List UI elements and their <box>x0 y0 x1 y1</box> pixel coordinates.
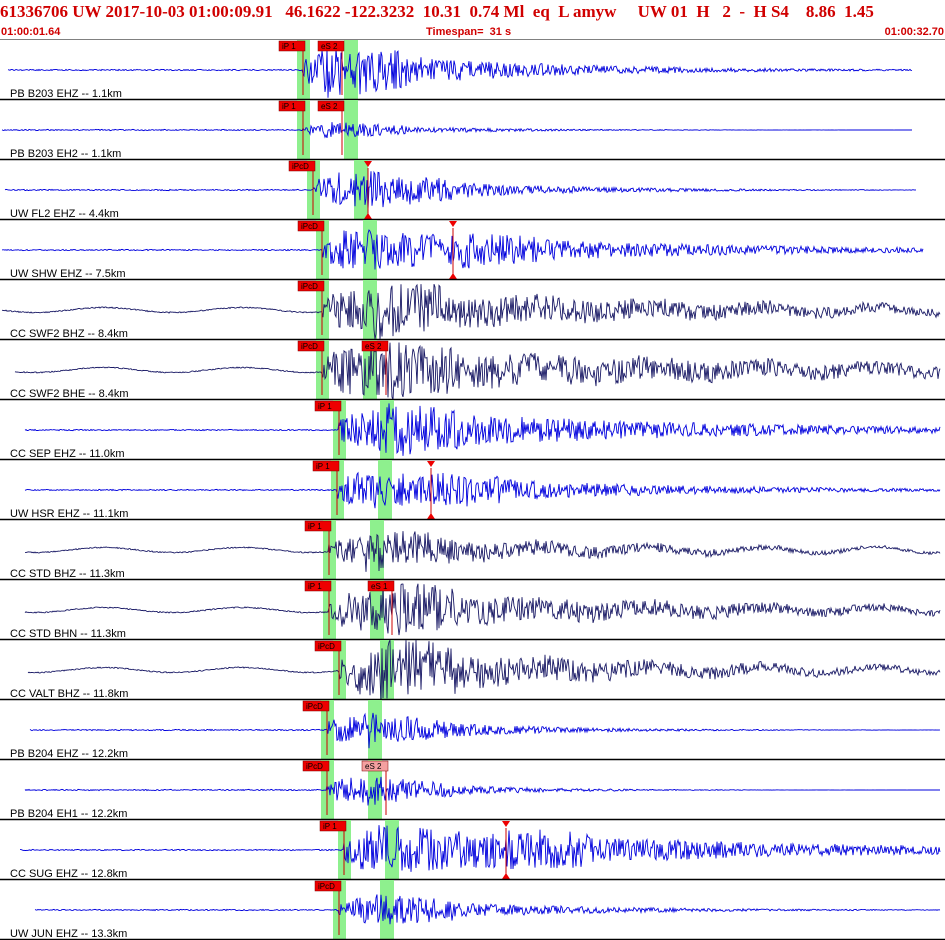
station-label: CC SUG EHZ -- 12.8km <box>10 868 127 880</box>
waveform-trace <box>24 403 941 456</box>
trace-panel[interactable]: iPcD PB B204 EHZ -- 12.2km <box>0 700 945 761</box>
station-label: CC STD BHZ -- 11.3km <box>10 568 125 580</box>
trace-panel[interactable]: iPcD UW SHW EHZ -- 7.5km <box>0 220 945 281</box>
waveform-trace <box>25 531 941 572</box>
station-label: UW HSR EHZ -- 11.1km <box>10 508 128 520</box>
station-label: UW SHW EHZ -- 7.5km <box>10 268 126 280</box>
s-arrival-window <box>363 280 377 340</box>
station-label: CC SWF2 BHE -- 8.4km <box>10 388 129 400</box>
waveform-trace <box>27 639 941 703</box>
station-label: UW JUN EHZ -- 13.3km <box>10 928 127 940</box>
event-summary-line: 61336706 UW 2017-10-03 01:00:09.91 46.16… <box>0 2 874 21</box>
trace-panel[interactable]: iP 1 eS 2 PB B203 EH2 -- 1.1km <box>0 100 945 161</box>
pick-label: iPcD <box>318 642 335 651</box>
trace-panel[interactable]: iP 1 CC SUG EHZ -- 12.8km <box>0 820 945 881</box>
pick-label: iP 1 <box>308 582 322 591</box>
pick-label: eS 1 <box>371 582 388 591</box>
waveform-trace <box>24 776 940 806</box>
pick-label: iPcD <box>301 222 318 231</box>
pick-label: iP 1 <box>323 822 337 831</box>
waveform-trace <box>14 342 941 400</box>
trace-panel[interactable]: iPcD eS 2 CC SWF2 BHE -- 8.4km <box>0 340 945 401</box>
trace-panel[interactable]: iP 1 UW HSR EHZ -- 11.1km <box>0 460 945 521</box>
waveform-trace <box>20 825 941 872</box>
station-label: CC SEP EHZ -- 11.0km <box>10 448 125 460</box>
station-label: UW FL2 EHZ -- 4.4km <box>10 208 119 220</box>
window-start-time: 01:00:01.64 <box>1 26 61 38</box>
pick-marker-top <box>502 821 510 827</box>
seismogram-panels[interactable]: iP 1 eS 2 PB B203 EHZ -- 1.1km iP 1 eS 2 PB B… <box>0 40 945 940</box>
s-arrival-window <box>354 160 368 220</box>
pick-label: iPcD <box>318 882 335 891</box>
pick-label: iPcD <box>301 282 318 291</box>
waveform-trace <box>1 122 912 139</box>
trace-panel[interactable]: iP 1 eS 2 PB B203 EHZ -- 1.1km <box>0 40 945 101</box>
station-label: CC SWF2 BHZ -- 8.4km <box>10 328 128 340</box>
pick-label: eS 2 <box>321 102 338 111</box>
station-label: PB B203 EHZ -- 1.1km <box>10 88 122 100</box>
pick-label: eS 2 <box>365 762 382 771</box>
pick-label: eS 2 <box>321 42 338 51</box>
s-arrival-window <box>378 460 392 520</box>
waveform-trace <box>1 283 941 340</box>
trace-panel[interactable]: iP 1 CC STD BHZ -- 11.3km <box>0 520 945 581</box>
waveform-trace <box>24 471 941 509</box>
pick-label: iP 1 <box>282 102 296 111</box>
pick-marker-top <box>427 461 435 467</box>
pick-label: iPcD <box>301 342 318 351</box>
s-arrival-window <box>344 100 358 160</box>
station-label: PB B204 EH1 -- 12.2km <box>10 808 127 820</box>
waveform-trace <box>7 48 913 98</box>
pick-marker-bottom <box>449 273 457 279</box>
pick-label: iP 1 <box>318 402 332 411</box>
waveform-trace <box>29 712 941 749</box>
waveform-trace <box>24 583 941 636</box>
pick-label: iP 1 <box>282 42 296 51</box>
pick-label: eS 2 <box>365 342 382 351</box>
waveform-trace <box>1 229 924 270</box>
event-header: 61336706 UW 2017-10-03 01:00:09.91 46.16… <box>0 0 945 40</box>
station-label: CC VALT BHZ -- 11.8km <box>10 688 128 700</box>
station-label: CC STD BHN -- 11.3km <box>10 628 126 640</box>
pick-label: iP 1 <box>308 522 322 531</box>
s-arrival-window <box>363 220 377 280</box>
trace-panel[interactable]: iPcD eS 2 PB B204 EH1 -- 12.2km <box>0 760 945 821</box>
pick-label: iPcD <box>292 162 309 171</box>
window-end-time: 01:00:32.70 <box>884 26 944 38</box>
pick-label: iPcD <box>306 702 323 711</box>
waveform-trace <box>4 170 917 210</box>
waveform-trace <box>34 894 941 925</box>
pick-marker-top <box>449 221 457 227</box>
timespan-readout: Timespan= 31 s <box>426 26 512 38</box>
trace-panel[interactable]: iPcD CC VALT BHZ -- 11.8km <box>0 639 945 703</box>
trace-panel[interactable]: iPcD UW FL2 EHZ -- 4.4km <box>0 160 945 221</box>
station-label: PB B203 EH2 -- 1.1km <box>10 148 121 160</box>
pick-label: iPcD <box>306 762 323 771</box>
trace-panel[interactable]: iPcD UW JUN EHZ -- 13.3km <box>0 880 945 940</box>
pick-label: iP 1 <box>316 462 330 471</box>
pick-marker-bottom <box>427 513 435 519</box>
trace-panel[interactable]: iP 1 CC SEP EHZ -- 11.0km <box>0 400 945 461</box>
pick-marker-bottom <box>502 873 510 879</box>
trace-panel[interactable]: iP 1 eS 1 CC STD BHN -- 11.3km <box>0 580 945 641</box>
trace-panel[interactable]: iPcD CC SWF2 BHZ -- 8.4km <box>0 280 945 341</box>
station-label: PB B204 EHZ -- 12.2km <box>10 748 128 760</box>
